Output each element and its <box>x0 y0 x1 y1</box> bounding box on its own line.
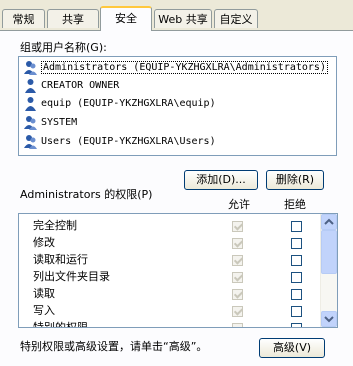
tab-sharing[interactable]: 共享 <box>47 9 99 28</box>
tab-web-sharing[interactable]: Web 共享 <box>154 9 212 28</box>
user-icon <box>25 96 36 111</box>
advanced-button[interactable]: 高级(V) <box>259 338 325 358</box>
user-icon <box>25 78 36 93</box>
user-group-icon <box>24 60 37 75</box>
user-group-icon <box>24 115 37 130</box>
list-item[interactable]: SYSTEM <box>23 114 77 132</box>
deny-full-control-checkbox[interactable] <box>291 221 302 232</box>
allow-read-execute-checkbox[interactable] <box>232 255 243 266</box>
chevron-up-icon <box>324 218 334 225</box>
user-name: equip (EQUIP-YKZHGXLRA\equip) <box>41 98 216 109</box>
deny-list-folder-checkbox[interactable] <box>291 272 302 283</box>
list-item[interactable]: equip (EQUIP-YKZHGXLRA\equip) <box>23 95 216 113</box>
scroll-down-button[interactable] <box>321 311 337 327</box>
users-listbox[interactable]: Administrators (EQUIP-YKZHGXLRA\Administ… <box>18 56 337 156</box>
advanced-hint-text: 特别权限或高级设置，请单击“高级”。 <box>20 340 208 353</box>
user-name: Administrators (EQUIP-YKZHGXLRA\Administ… <box>41 61 328 74</box>
deny-column-header: 拒绝 <box>284 198 306 211</box>
deny-write-checkbox[interactable] <box>291 306 302 317</box>
add-button[interactable]: 添加(D)... <box>184 170 258 190</box>
permissions-label: Administrators 的权限(P) <box>20 188 153 201</box>
perm-write-label: 写入 <box>33 304 55 317</box>
allow-full-control-checkbox[interactable] <box>232 221 243 232</box>
allow-modify-checkbox[interactable] <box>232 238 243 249</box>
users-list-label: 组或用户名称(G): <box>20 41 107 54</box>
perm-read-execute-label: 读取和运行 <box>33 253 88 266</box>
allow-special-checkbox[interactable] <box>232 323 243 327</box>
chevron-down-icon <box>324 316 334 323</box>
permissions-scrollbar[interactable] <box>320 214 337 327</box>
scroll-thumb[interactable] <box>321 230 337 274</box>
permissions-list[interactable]: 完全控制 修改 读取和运行 列出文件夹目录 读取 写入 特别的权限 <box>18 213 338 328</box>
user-name: CREATOR OWNER <box>41 80 120 91</box>
tab-customize[interactable]: 自定义 <box>214 9 258 28</box>
deny-modify-checkbox[interactable] <box>291 238 302 249</box>
user-group-icon <box>24 134 37 149</box>
deny-read-execute-checkbox[interactable] <box>291 255 302 266</box>
tab-bar: 常规 共享 安全 Web 共享 自定义 <box>0 0 353 31</box>
allow-write-checkbox[interactable] <box>232 306 243 317</box>
list-item[interactable]: Users (EQUIP-YKZHGXLRA\Users) <box>23 133 216 151</box>
perm-special-label: 特别的权限 <box>33 321 88 328</box>
tab-security[interactable]: 安全 <box>100 6 152 31</box>
scroll-up-button[interactable] <box>321 214 337 230</box>
list-item[interactable]: CREATOR OWNER <box>23 77 119 95</box>
allow-column-header: 允许 <box>228 198 250 211</box>
perm-modify-label: 修改 <box>33 236 55 249</box>
deny-read-checkbox[interactable] <box>291 289 302 300</box>
user-name: Users (EQUIP-YKZHGXLRA\Users) <box>41 136 216 147</box>
perm-list-folder-label: 列出文件夹目录 <box>33 270 110 283</box>
allow-read-checkbox[interactable] <box>232 289 243 300</box>
remove-button[interactable]: 删除(R) <box>266 170 324 190</box>
list-item[interactable]: Administrators (EQUIP-YKZHGXLRA\Administ… <box>23 59 328 77</box>
allow-list-folder-checkbox[interactable] <box>232 272 243 283</box>
user-name: SYSTEM <box>41 117 78 128</box>
deny-special-checkbox[interactable] <box>291 323 302 327</box>
perm-full-control-label: 完全控制 <box>33 219 77 232</box>
tab-general[interactable]: 常规 <box>2 9 45 28</box>
perm-read-label: 读取 <box>33 287 55 300</box>
